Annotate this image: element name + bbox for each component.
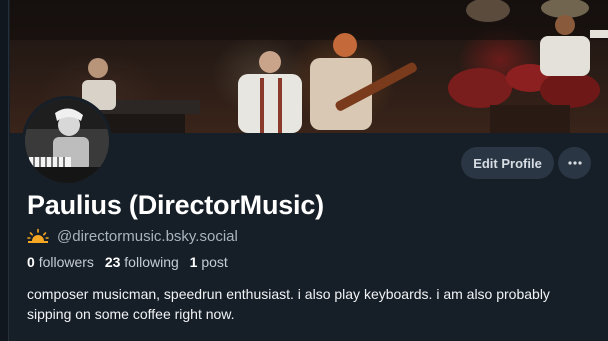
display-name: Paulius (DirectorMusic): [27, 190, 324, 220]
followers-link[interactable]: 0 followers: [27, 254, 94, 270]
ellipsis-icon: [567, 161, 582, 165]
following-count: 23: [104, 254, 121, 270]
more-options-button[interactable]: [558, 147, 591, 179]
edit-profile-button[interactable]: Edit Profile: [461, 147, 554, 179]
posts-label: post: [201, 254, 228, 270]
posts-count: 1: [189, 254, 198, 270]
profile-stats: 0 followers 23 following 1 post: [27, 254, 228, 270]
handle-text[interactable]: @directormusic.bsky.social: [57, 228, 238, 245]
followers-count: 0: [27, 254, 35, 270]
avatar-image: [25, 99, 109, 183]
following-link[interactable]: 23 following: [105, 254, 179, 270]
left-divider: [0, 0, 9, 341]
posts-stat: 1 post: [190, 254, 228, 270]
avatar[interactable]: [22, 96, 112, 186]
handle-row: @directormusic.bsky.social: [27, 226, 238, 246]
profile-bio: composer musicman, speedrun enthusiast. …: [27, 286, 550, 322]
sunrise-icon: [27, 228, 49, 243]
followers-label: followers: [38, 254, 94, 270]
following-label: following: [124, 254, 179, 270]
